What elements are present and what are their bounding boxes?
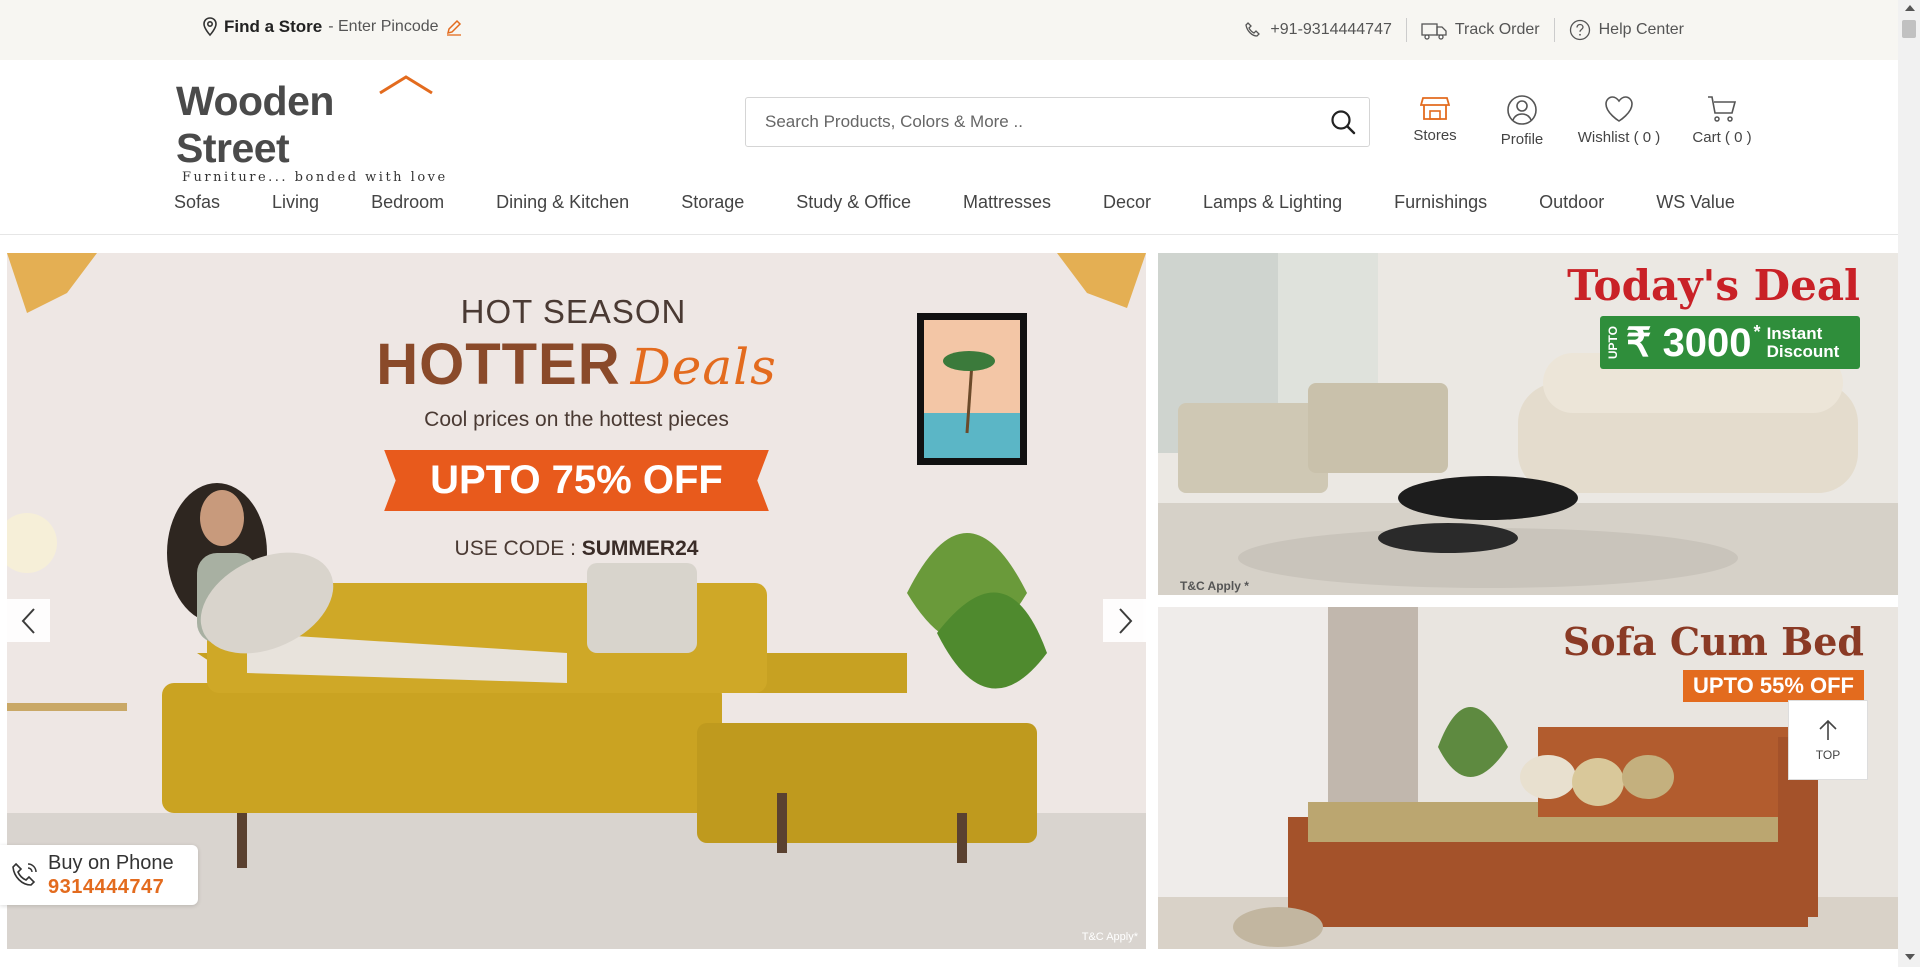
hero-text: HOT SEASON HOTTER Deals Cool prices on th…	[7, 293, 1146, 561]
find-store[interactable]: Find a Store - Enter Pincode	[202, 17, 463, 37]
header-icons: Stores Profile Wishlist ( 0 ) Cart ( 0 )	[1400, 94, 1772, 148]
truck-icon	[1421, 23, 1447, 40]
cart-icon	[1708, 96, 1737, 122]
cart-label: Cart ( 0 )	[1692, 129, 1752, 146]
sofabed-offer: UPTO 55% OFF	[1683, 670, 1864, 702]
help-circle-icon	[1569, 19, 1590, 41]
sofa-cum-bed-banner[interactable]: Sofa Cum Bed UPTO 55% OFF	[1158, 607, 1898, 949]
search-button[interactable]	[1317, 98, 1369, 146]
phone-icon	[1245, 22, 1261, 37]
deal-desc: Instant Discount	[1766, 323, 1840, 361]
nav-item-lamps-lighting[interactable]: Lamps & Lighting	[1203, 192, 1342, 213]
logo[interactable]: Wooden Street Furniture... bonded with l…	[176, 75, 456, 185]
page: Find a Store - Enter Pincode +91-9314444…	[0, 0, 1920, 967]
nav-item-storage[interactable]: Storage	[681, 192, 744, 213]
nav-item-dining-kitchen[interactable]: Dining & Kitchen	[496, 192, 629, 213]
track-order-label: Track Order	[1454, 21, 1540, 38]
header: Wooden Street Furniture... bonded with l…	[0, 60, 1898, 185]
arrow-up-icon	[1819, 719, 1837, 740]
buy-on-phone-number: 9314444747	[48, 876, 165, 898]
hero-code-label: USE CODE :	[454, 537, 582, 560]
top-bar: Find a Store - Enter Pincode +91-9314444…	[0, 0, 1898, 60]
deal-amount: ₹ 3000	[1626, 320, 1752, 365]
hero-offer-badge: UPTO 75% OFF	[384, 450, 769, 511]
search-bar	[745, 97, 1370, 147]
deal-title: Today's Deal	[1567, 261, 1860, 310]
stores-label: Stores	[1413, 127, 1457, 144]
nav-item-study-office[interactable]: Study & Office	[796, 192, 911, 213]
wishlist-label: Wishlist ( 0 )	[1577, 129, 1661, 146]
main-nav: Sofas Living Bedroom Dining & Kitchen St…	[0, 172, 1898, 235]
deal-upto: UPTO	[1606, 325, 1620, 360]
store-icon	[1420, 97, 1450, 120]
profile-button[interactable]: Profile	[1482, 94, 1562, 148]
back-to-top-button[interactable]: TOP	[1788, 700, 1868, 780]
nav-item-mattresses[interactable]: Mattresses	[963, 192, 1051, 213]
deal-tc: T&C Apply *	[1180, 579, 1249, 593]
track-order-link[interactable]: Track Order	[1407, 19, 1554, 41]
deal-asterisk: *	[1753, 322, 1761, 342]
help-center-label: Help Center	[1598, 21, 1684, 38]
nav-item-outdoor[interactable]: Outdoor	[1539, 192, 1604, 213]
find-store-label: Find a Store	[224, 17, 323, 36]
hero-code-value: SUMMER24	[581, 537, 699, 560]
carousel-next-button[interactable]	[1103, 599, 1146, 642]
nav-item-sofas[interactable]: Sofas	[174, 192, 220, 213]
deal-badge: UPTO ₹ 3000 * Instant Discount	[1600, 316, 1860, 369]
heart-icon	[1605, 96, 1633, 122]
search-icon	[1331, 110, 1356, 135]
scroll-up-arrow-icon[interactable]	[1904, 3, 1916, 13]
hero-subtitle: Cool prices on the hottest pieces	[424, 408, 729, 431]
phone-ringing-icon	[12, 862, 37, 886]
nav-item-ws-value[interactable]: WS Value	[1656, 192, 1735, 213]
hero-deals: Deals	[630, 338, 777, 396]
deal-desc-line1: Instant	[1766, 323, 1823, 343]
wishlist-button[interactable]: Wishlist ( 0 )	[1574, 94, 1664, 148]
logo-text: Wooden Street	[176, 78, 334, 171]
buy-on-phone[interactable]: Buy on Phone 9314444747	[0, 845, 198, 905]
stores-button[interactable]: Stores	[1400, 94, 1470, 148]
hero-line1: HOT SEASON	[460, 293, 687, 330]
scrollbar[interactable]	[1898, 0, 1920, 967]
todays-deal-banner[interactable]: Today's Deal UPTO ₹ 3000 * Instant Discou…	[1158, 253, 1898, 595]
buy-on-phone-label: Buy on Phone	[48, 852, 174, 874]
buy-on-phone-text: Buy on Phone 9314444747	[48, 851, 174, 899]
chevron-right-icon	[1118, 607, 1132, 634]
scrollbar-thumb[interactable]	[1902, 20, 1916, 38]
hero-tc: T&C Apply*	[1081, 931, 1138, 943]
profile-icon	[1507, 95, 1537, 125]
scroll-down-arrow-icon[interactable]	[1904, 952, 1916, 962]
nav-item-living[interactable]: Living	[272, 192, 319, 213]
back-to-top-label: TOP	[1815, 748, 1841, 762]
sofabed-title: Sofa Cum Bed	[1562, 619, 1864, 664]
profile-label: Profile	[1500, 131, 1544, 148]
carousel-prev-button[interactable]	[7, 599, 50, 642]
cart-button[interactable]: Cart ( 0 )	[1672, 94, 1772, 148]
nav-item-bedroom[interactable]: Bedroom	[371, 192, 444, 213]
edit-pencil-icon[interactable]	[445, 18, 463, 36]
location-pin-icon	[203, 17, 217, 37]
nav-item-furnishings[interactable]: Furnishings	[1394, 192, 1487, 213]
help-center-link[interactable]: Help Center	[1555, 19, 1698, 41]
pincode-label: - Enter Pincode	[328, 18, 439, 35]
topbar-links: +91-9314444747 Track Order Help Center	[1230, 18, 1698, 42]
hero-code: USE CODE : SUMMER24	[7, 537, 1146, 561]
phone-number: +91-9314444747	[1270, 21, 1392, 38]
deal-desc-line2: Discount	[1766, 341, 1840, 361]
hero-line2: HOTTER Deals	[376, 331, 777, 398]
nav-item-decor[interactable]: Decor	[1103, 192, 1151, 213]
phone-link[interactable]: +91-9314444747	[1230, 21, 1405, 39]
chevron-left-icon	[21, 607, 35, 634]
hero-hotter: HOTTER	[376, 332, 621, 397]
search-input[interactable]	[746, 98, 1317, 146]
